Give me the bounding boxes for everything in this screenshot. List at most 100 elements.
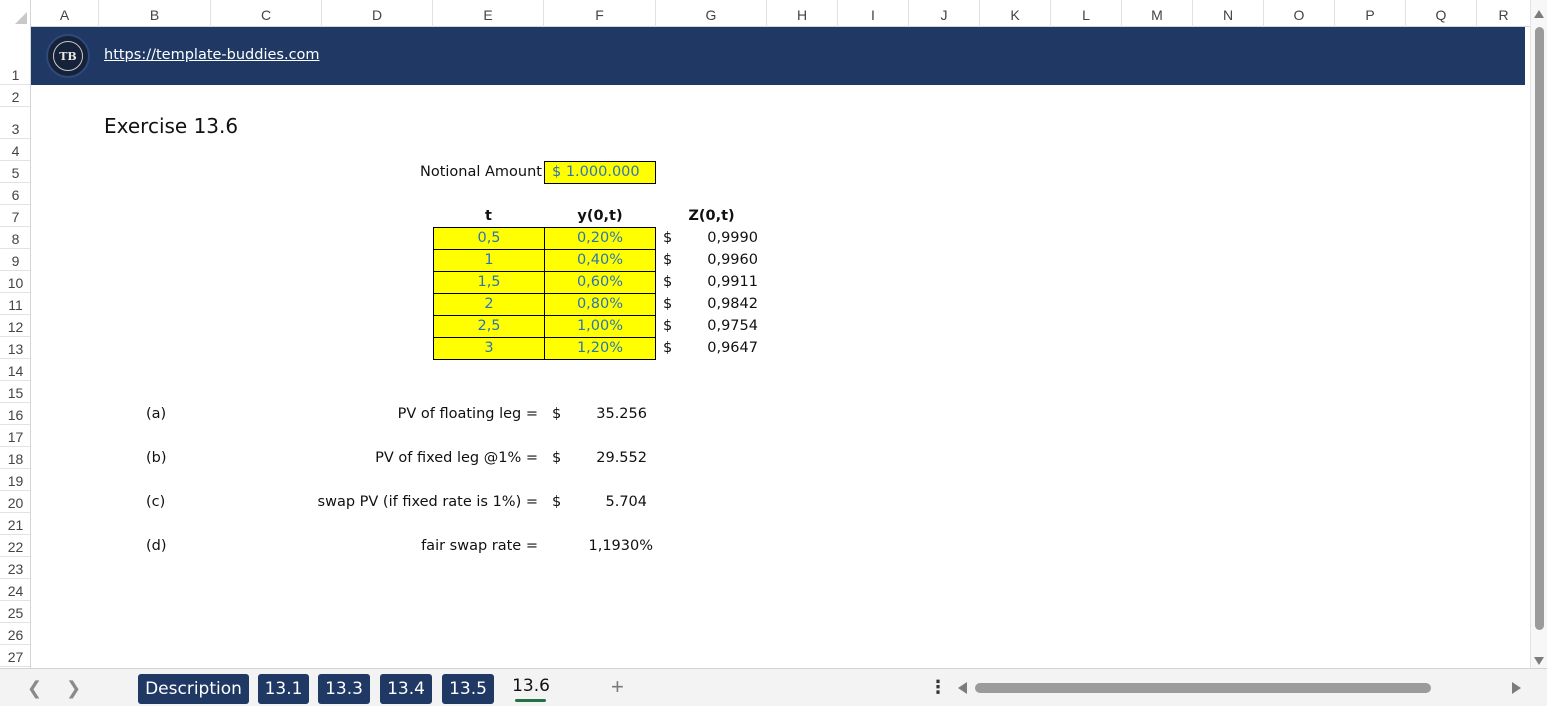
currency-symbol: $ xyxy=(663,296,673,312)
column-header-g[interactable]: G xyxy=(656,0,767,27)
column-header-j[interactable]: J xyxy=(909,0,980,27)
row-header[interactable]: 16 xyxy=(0,403,30,425)
currency-symbol: $ xyxy=(663,274,673,290)
currency-symbol: $ xyxy=(663,340,673,356)
column-header-c[interactable]: C xyxy=(211,0,322,27)
scroll-up-icon[interactable] xyxy=(1534,10,1544,18)
row-header[interactable]: 25 xyxy=(0,601,30,623)
yield-cell[interactable]: 1,20% xyxy=(544,337,656,360)
yield-cell[interactable]: 0,60% xyxy=(544,271,656,294)
column-header-d[interactable]: D xyxy=(322,0,433,27)
scroll-right-icon[interactable] xyxy=(1512,682,1521,694)
sheet-title: Exercise 13.6 xyxy=(104,114,239,138)
maturity-cell[interactable]: 3 xyxy=(433,337,545,360)
row-header-bar: 1 2 3 4 5 6 7 8 9 10 11 12 13 14 15 16 1… xyxy=(0,27,31,668)
add-sheet-button[interactable]: + xyxy=(611,674,624,700)
vertical-scroll-thumb[interactable] xyxy=(1535,27,1544,630)
row-header[interactable]: 24 xyxy=(0,579,30,601)
row-header[interactable]: 2 xyxy=(0,85,30,107)
answer-currency-c: $ xyxy=(552,494,562,510)
row-header[interactable]: 27 xyxy=(0,645,30,667)
row-header[interactable]: 11 xyxy=(0,293,30,315)
row-header[interactable]: 4 xyxy=(0,139,30,161)
select-all-corner[interactable] xyxy=(0,0,31,27)
column-header-i[interactable]: I xyxy=(838,0,909,27)
row-header[interactable]: 1 xyxy=(0,27,30,85)
column-header-n[interactable]: N xyxy=(1193,0,1264,27)
answer-label-c: swap PV (if fixed rate is 1%) = xyxy=(317,494,538,510)
column-header-q[interactable]: Q xyxy=(1406,0,1477,27)
sheet-tab-13-5[interactable]: 13.5 xyxy=(442,674,494,704)
column-header-r[interactable]: R xyxy=(1477,0,1530,27)
answer-letter-c: (c) xyxy=(146,494,166,510)
column-header-l[interactable]: L xyxy=(1051,0,1122,27)
column-header-m[interactable]: M xyxy=(1122,0,1193,27)
column-header-b[interactable]: B xyxy=(99,0,211,27)
vertical-scrollbar[interactable] xyxy=(1530,0,1547,668)
row-header[interactable]: 17 xyxy=(0,425,30,447)
chevron-left-icon[interactable]: ❮ xyxy=(27,678,42,699)
discount-factor-cell: 0,9647 xyxy=(707,340,758,356)
column-header-a[interactable]: A xyxy=(31,0,99,27)
row-header[interactable]: 20 xyxy=(0,491,30,513)
sheet-tab-description[interactable]: Description xyxy=(138,674,249,704)
discount-factor-cell: 0,9842 xyxy=(707,296,758,312)
answer-currency-b: $ xyxy=(552,450,562,466)
yield-cell[interactable]: 1,00% xyxy=(544,315,656,338)
row-header[interactable]: 12 xyxy=(0,315,30,337)
sheet-tab-13-4[interactable]: 13.4 xyxy=(380,674,432,704)
answer-letter-a: (a) xyxy=(146,406,167,422)
horizontal-scroll-thumb[interactable] xyxy=(975,683,1431,693)
maturity-cell[interactable]: 2 xyxy=(433,293,545,316)
row-header[interactable]: 23 xyxy=(0,557,30,579)
more-options-icon[interactable]: ⋮ xyxy=(929,677,947,698)
column-header-e[interactable]: E xyxy=(433,0,544,27)
discount-factor-cell: 0,9990 xyxy=(707,230,758,246)
maturity-cell[interactable]: 2,5 xyxy=(433,315,545,338)
row-header[interactable]: 18 xyxy=(0,447,30,469)
maturity-cell[interactable]: 1,5 xyxy=(433,271,545,294)
row-header[interactable]: 10 xyxy=(0,271,30,293)
notional-amount-input[interactable]: $ 1.000.000 xyxy=(544,161,656,184)
row-header[interactable]: 14 xyxy=(0,359,30,381)
answer-letter-d: (d) xyxy=(146,538,167,554)
yield-cell[interactable]: 0,80% xyxy=(544,293,656,316)
header-banner: TB https://template-buddies.com xyxy=(31,27,1525,85)
sheet-tab-13-1[interactable]: 13.1 xyxy=(258,674,309,704)
currency-symbol: $ xyxy=(663,230,673,246)
sheet-tab-13-3[interactable]: 13.3 xyxy=(318,674,370,704)
row-header[interactable]: 21 xyxy=(0,513,30,535)
maturity-cell[interactable]: 0,5 xyxy=(433,227,545,250)
column-header-t: t xyxy=(485,208,492,224)
row-header[interactable]: 8 xyxy=(0,227,30,249)
chevron-right-icon[interactable]: ❯ xyxy=(66,678,81,699)
row-header[interactable]: 19 xyxy=(0,469,30,491)
row-header[interactable]: 6 xyxy=(0,183,30,205)
yield-cell[interactable]: 0,20% xyxy=(544,227,656,250)
logo-monogram: TB xyxy=(53,41,83,71)
column-header-p[interactable]: P xyxy=(1335,0,1406,27)
row-header[interactable]: 26 xyxy=(0,623,30,645)
row-header[interactable]: 13 xyxy=(0,337,30,359)
row-header[interactable]: 3 xyxy=(0,107,30,139)
maturity-cell[interactable]: 1 xyxy=(433,249,545,272)
answer-value-a: 35.256 xyxy=(596,406,647,422)
answer-letter-b: (b) xyxy=(146,450,167,466)
row-header[interactable]: 9 xyxy=(0,249,30,271)
website-link[interactable]: https://template-buddies.com xyxy=(104,47,320,63)
scroll-left-icon[interactable] xyxy=(958,682,967,694)
scroll-down-icon[interactable] xyxy=(1534,657,1544,665)
column-header-k[interactable]: K xyxy=(980,0,1051,27)
yield-cell[interactable]: 0,40% xyxy=(544,249,656,272)
answer-label-d: fair swap rate = xyxy=(421,538,538,554)
row-header[interactable]: 22 xyxy=(0,535,30,557)
column-header-h[interactable]: H xyxy=(767,0,838,27)
row-header[interactable]: 15 xyxy=(0,381,30,403)
column-header-o[interactable]: O xyxy=(1264,0,1335,27)
row-header[interactable]: 7 xyxy=(0,205,30,227)
select-all-triangle-icon xyxy=(15,12,27,24)
column-header-bar: A B C D E F G H I J K L M N O P Q R xyxy=(0,0,1530,27)
row-header[interactable]: 5 xyxy=(0,161,30,183)
column-header-f[interactable]: F xyxy=(544,0,656,27)
worksheet-grid[interactable]: TB https://template-buddies.com Exercise… xyxy=(31,27,1525,668)
